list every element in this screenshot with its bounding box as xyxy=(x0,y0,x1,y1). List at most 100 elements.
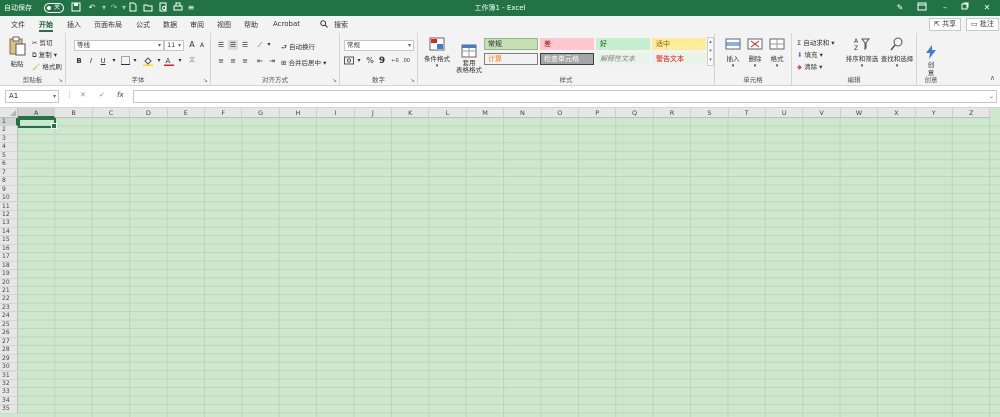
align-middle-icon[interactable]: ☰ xyxy=(228,40,238,50)
row-header-10[interactable]: 10 xyxy=(0,194,18,203)
fill-button[interactable]: ⬇ 填充 ▾ xyxy=(797,49,823,59)
fill-color-dropdown-icon[interactable]: ▾ xyxy=(154,56,164,66)
row-header-2[interactable]: 2 xyxy=(0,126,18,135)
grow-font-icon[interactable]: A xyxy=(187,40,197,50)
column-header-A[interactable]: A xyxy=(18,108,56,118)
customize-qat-icon[interactable]: ≡ xyxy=(185,2,197,14)
row-header-31[interactable]: 31 xyxy=(0,371,18,380)
row-header-26[interactable]: 26 xyxy=(0,329,18,338)
column-header-C[interactable]: C xyxy=(92,108,131,118)
row-header-1[interactable]: 1 xyxy=(0,118,18,127)
row-header-22[interactable]: 22 xyxy=(0,295,18,304)
select-all-button[interactable] xyxy=(0,108,18,118)
insert-cells-button[interactable]: 插入 ▾ xyxy=(723,37,743,69)
column-header-T[interactable]: T xyxy=(728,108,766,118)
format-cells-button[interactable]: 格式 ▾ xyxy=(767,37,787,69)
row-header-18[interactable]: 18 xyxy=(0,261,18,271)
decrease-indent-icon[interactable]: ⇤ xyxy=(255,56,265,66)
active-cell-A1[interactable] xyxy=(18,118,57,128)
font-name-select[interactable]: 等线 ▾ xyxy=(74,40,164,51)
orientation-dropdown-icon[interactable]: ▾ xyxy=(264,40,274,50)
conditional-format-button[interactable]: 条件格式 ▾ xyxy=(422,37,452,69)
font-size-select[interactable]: 11 ▾ xyxy=(164,40,184,51)
row-header-19[interactable]: 19 xyxy=(0,270,18,279)
row-header-14[interactable]: 14 xyxy=(0,227,18,237)
font-color-icon[interactable]: A xyxy=(164,56,174,66)
copy-button[interactable]: ⧉ 复制 ▾ xyxy=(32,49,57,60)
currency-dropdown-icon[interactable]: ▾ xyxy=(354,56,364,66)
italic-button[interactable]: I xyxy=(86,56,96,66)
wrap-text-button[interactable]: ⮐ 自动换行 xyxy=(281,41,315,54)
column-header-N[interactable]: N xyxy=(504,108,542,118)
format-painter-button[interactable]: 🖌 格式刷 xyxy=(32,61,62,71)
row-header-25[interactable]: 25 xyxy=(0,320,18,330)
tab-view[interactable]: 视图 xyxy=(217,20,231,30)
row-header-24[interactable]: 24 xyxy=(0,312,18,321)
column-header-Y[interactable]: Y xyxy=(915,108,953,118)
cancel-icon[interactable]: ✕ xyxy=(80,91,86,99)
tab-data[interactable]: 数据 xyxy=(163,20,177,30)
style-warning[interactable]: 警告文本 xyxy=(652,53,706,65)
row-header-32[interactable]: 32 xyxy=(0,379,18,389)
comments-button[interactable]: ▭ 批注 xyxy=(966,18,999,31)
row-header-8[interactable]: 8 xyxy=(0,177,18,186)
column-header-U[interactable]: U xyxy=(766,108,804,118)
open-file-icon[interactable] xyxy=(142,2,154,16)
close-icon[interactable]: ✕ xyxy=(977,2,997,14)
bold-button[interactable]: B xyxy=(74,56,84,66)
border-dropdown-icon[interactable]: ▾ xyxy=(130,56,140,66)
column-header-P[interactable]: P xyxy=(579,108,617,118)
row-header-28[interactable]: 28 xyxy=(0,346,18,355)
increase-decimal-icon[interactable]: ←0 xyxy=(390,56,400,66)
row-header-20[interactable]: 20 xyxy=(0,278,18,287)
restore-icon[interactable] xyxy=(955,2,975,14)
save-icon[interactable] xyxy=(70,2,82,16)
font-color-dropdown-icon[interactable]: ▾ xyxy=(175,56,185,66)
dialog-launcher-icon[interactable]: ↘ xyxy=(58,77,63,84)
formula-bar-handle-icon[interactable]: ⋮ xyxy=(66,91,73,99)
row-header-23[interactable]: 23 xyxy=(0,303,18,313)
border-icon[interactable] xyxy=(120,56,130,66)
tab-review[interactable]: 审阅 xyxy=(190,20,204,30)
row-header-35[interactable]: 35 xyxy=(0,405,18,414)
tab-insert[interactable]: 插入 xyxy=(67,20,81,30)
tab-home[interactable]: 开始 xyxy=(39,20,53,32)
tab-file[interactable]: 文件 xyxy=(11,20,25,30)
align-bottom-icon[interactable]: ☰ xyxy=(240,40,250,50)
increase-indent-icon[interactable]: ⇥ xyxy=(267,56,277,66)
minimize-icon[interactable]: – xyxy=(935,2,955,14)
column-header-X[interactable]: X xyxy=(878,108,916,118)
autosave-toggle[interactable]: 关 xyxy=(44,3,64,13)
merge-center-button[interactable]: ⊞ 合并后居中 ▾ xyxy=(281,57,326,67)
column-header-V[interactable]: V xyxy=(803,108,841,118)
column-header-D[interactable]: D xyxy=(130,108,168,118)
style-neutral[interactable]: 适中 xyxy=(652,38,706,50)
column-header-K[interactable]: K xyxy=(392,108,430,118)
row-header-29[interactable]: 29 xyxy=(0,354,18,364)
styles-gallery-scroll[interactable]: ▴ ▾ ▾ xyxy=(707,37,714,66)
row-header-30[interactable]: 30 xyxy=(0,363,18,372)
fill-color-icon[interactable] xyxy=(143,56,153,66)
number-format-select[interactable]: 常规 ▾ xyxy=(344,40,414,51)
align-top-icon[interactable]: ☰ xyxy=(216,40,226,50)
undo-icon[interactable]: ↶ xyxy=(86,2,98,14)
print-preview-icon[interactable] xyxy=(157,2,169,16)
row-header-27[interactable]: 27 xyxy=(0,337,18,347)
share-button[interactable]: ⇱ 共享 xyxy=(929,18,962,31)
fx-icon[interactable]: fx xyxy=(117,91,124,99)
paste-button[interactable]: 粘贴 xyxy=(7,36,27,68)
cut-button[interactable]: ✂ 剪切 xyxy=(32,37,53,47)
currency-icon[interactable] xyxy=(344,56,354,66)
column-header-G[interactable]: G xyxy=(242,108,280,118)
find-select-button[interactable]: 查找和选择 ▾ xyxy=(880,37,914,69)
underline-button[interactable]: U xyxy=(98,56,108,66)
dialog-launcher-icon[interactable]: ↘ xyxy=(203,77,208,84)
print-icon[interactable] xyxy=(172,2,184,16)
row-header-15[interactable]: 15 xyxy=(0,236,18,245)
row-header-11[interactable]: 11 xyxy=(0,202,18,211)
column-header-S[interactable]: S xyxy=(691,108,729,118)
column-header-I[interactable]: I xyxy=(317,108,355,118)
tab-page-layout[interactable]: 页面布局 xyxy=(94,20,122,30)
dialog-launcher-icon[interactable]: ↘ xyxy=(410,77,415,84)
new-file-icon[interactable] xyxy=(127,2,139,16)
